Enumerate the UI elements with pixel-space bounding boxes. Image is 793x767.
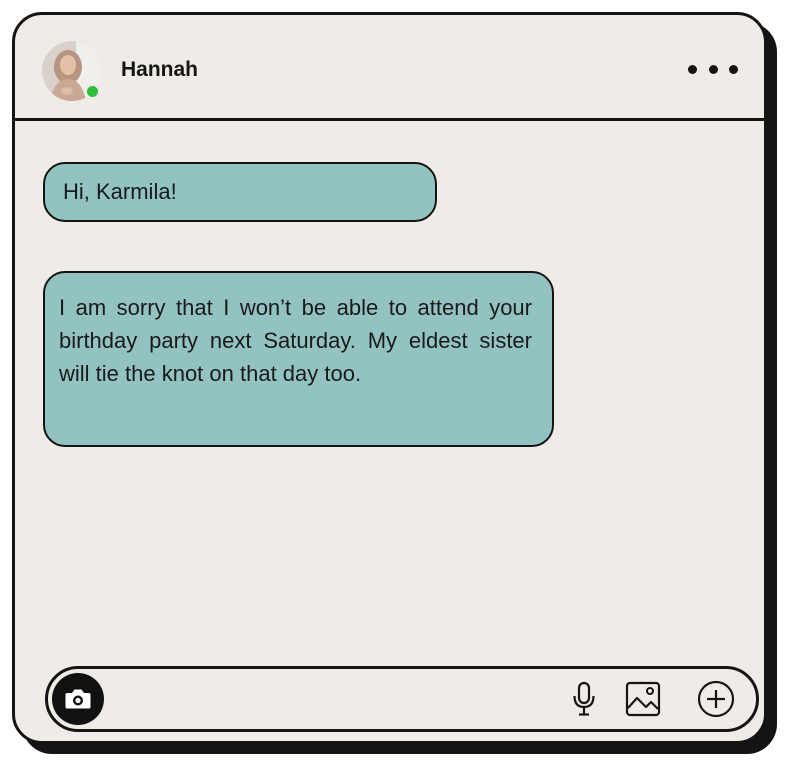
message-input[interactable] [118, 681, 552, 719]
message-bubble-incoming: I am sorry that I won’t be able to atten… [43, 271, 554, 447]
more-dot-icon [708, 64, 718, 74]
more-dot-icon [729, 64, 738, 74]
online-status-dot [85, 84, 100, 99]
message-bubble-incoming: Hi, Karmila! [43, 162, 437, 222]
more-dot-icon [688, 64, 697, 74]
more-options-button[interactable] [688, 59, 738, 79]
chat-header: Hannah [15, 15, 764, 121]
image-icon [625, 681, 661, 717]
plus-circle-icon [697, 680, 735, 718]
camera-button[interactable] [52, 673, 104, 725]
message-list: Hi, Karmila! I am sorry that I won’t be … [15, 121, 764, 661]
contact-name: Hannah [121, 58, 199, 81]
image-button[interactable] [623, 679, 663, 719]
microphone-icon [573, 681, 595, 716]
chat-window: Hannah Hi, Karmila! I am sorry that I wo… [12, 12, 767, 744]
microphone-button[interactable] [564, 679, 604, 719]
message-composer [45, 666, 759, 732]
add-attachment-button[interactable] [696, 679, 736, 719]
camera-icon [65, 689, 91, 709]
contact-avatar[interactable] [42, 41, 102, 101]
